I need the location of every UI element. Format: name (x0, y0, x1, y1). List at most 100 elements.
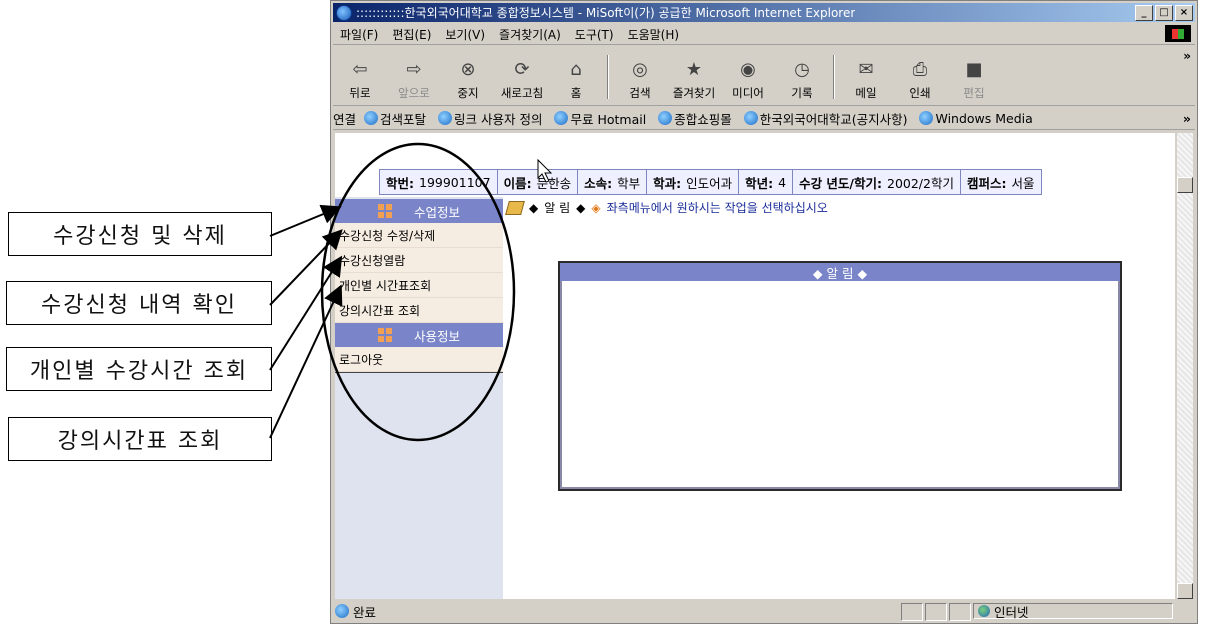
pencil-icon (505, 200, 525, 215)
status-pane (925, 603, 947, 621)
arrow-register-delete (269, 204, 342, 237)
ie-page-icon (438, 111, 453, 125)
side-menu: 수업정보 수강신청 수정/삭제 수강신청열람 개인별 시간표조회 강의시간표 조… (335, 199, 503, 373)
diamond-icon: ◆ (576, 200, 586, 215)
links-overflow-icon[interactable]: » (1183, 111, 1191, 126)
close-button[interactable]: × (1175, 5, 1193, 21)
status-done: 완료 (333, 602, 376, 621)
menu-item-personal-timetable[interactable]: 개인별 시간표조회 (335, 273, 503, 298)
search-button[interactable]: ◎ 검색 (613, 56, 667, 105)
menu-help[interactable]: 도움말(H) (621, 26, 687, 43)
info-grade: 학년: 4 (739, 170, 794, 194)
ie-page-icon (335, 604, 349, 618)
forward-arrow-icon: ⇨ (406, 58, 422, 80)
status-bar: 완료 인터넷 (333, 601, 1195, 621)
menu-bar: 파일(F) 편집(E) 보기(V) 즐겨찾기(A) 도구(T) 도움말(H) (333, 24, 1195, 45)
left-menu-column: 수업정보 수강신청 수정/삭제 수강신청열람 개인별 시간표조회 강의시간표 조… (335, 197, 503, 599)
stop-button[interactable]: ⊗ 중지 (441, 56, 495, 105)
grid-icon (377, 204, 392, 218)
menu-view[interactable]: 보기(V) (438, 26, 492, 43)
window-title: ::::::::::::한국외국어대학교 종합정보시스템 - MiSoft이(가… (356, 6, 856, 20)
ie-page-icon (364, 111, 379, 125)
standard-toolbar: ⇦ 뒤로 ⇨ 앞으로 ⊗ 중지 ⟳ 새로고침 ⌂ 홈 ◎ 검색 ★ 즐겨찾기 ◉ 미디어 ◷ 기록… (333, 47, 1195, 106)
history-icon: ◷ (794, 58, 810, 80)
info-name: 이름: 문한송 (498, 170, 579, 194)
info-affiliation: 소속: 학부 (578, 170, 648, 194)
menu-favorites[interactable]: 즐겨찾기(A) (492, 26, 568, 43)
favorites-icon: ★ (685, 58, 703, 80)
title-bar: ::::::::::::한국외국어대학교 종합정보시스템 - MiSoft이(가… (333, 3, 1195, 22)
menu-header-class-info: 수업정보 (335, 199, 503, 223)
media-button[interactable]: ◉ 미디어 (721, 56, 775, 105)
vertical-scrollbar[interactable] (1177, 133, 1193, 599)
home-button[interactable]: ⌂ 홈 (549, 56, 603, 105)
mail-icon: ✉ (858, 58, 874, 80)
orange-diamond-icon: ◈ (591, 200, 601, 215)
print-button[interactable]: ⎙ 인쇄 (893, 56, 947, 105)
scroll-up-button[interactable] (1177, 177, 1193, 193)
history-button[interactable]: ◷ 기록 (775, 56, 829, 105)
maximize-button[interactable]: □ (1155, 5, 1173, 21)
menu-tools[interactable]: 도구(T) (568, 26, 621, 43)
media-icon: ◉ (740, 58, 756, 80)
menu-item-lecture-timetable[interactable]: 강의시간표 조회 (335, 298, 503, 323)
callout-personal-timetable: 개인별 수강시간 조회 (6, 347, 272, 391)
grid-icon (377, 328, 392, 342)
menu-item-logout[interactable]: 로그아웃 (335, 347, 503, 372)
home-icon: ⌂ (570, 58, 582, 80)
info-campus: 캠퍼스: 서울 (966, 175, 1035, 191)
toolbar-overflow-icon[interactable]: » (1183, 49, 1191, 63)
link-search-portal[interactable]: 검색포탈 (364, 109, 426, 128)
edit-icon: ■ (965, 58, 983, 80)
back-button[interactable]: ⇦ 뒤로 (333, 56, 387, 105)
notice-line: ◆ 알 림 ◆ ◈ 좌측메뉴에서 원하시는 작업을 선택하십시오 (505, 199, 828, 216)
windows-logo-icon (1165, 25, 1191, 42)
ie-logo-icon (336, 4, 352, 21)
link-hufs-notice[interactable]: 한국외국어대학교(공지사항) (743, 109, 907, 128)
info-semester: 수강 년도/학기: 2002/2학기 (793, 170, 961, 194)
back-arrow-icon: ⇦ (352, 58, 368, 80)
link-hotmail[interactable]: 무료 Hotmail (554, 109, 646, 128)
forward-button[interactable]: ⇨ 앞으로 (387, 56, 441, 105)
scroll-down-button[interactable] (1177, 583, 1193, 599)
mail-button[interactable]: ✉ 메일 (839, 56, 893, 105)
link-windows-media[interactable]: Windows Media (919, 111, 1033, 126)
menu-divider (335, 372, 503, 373)
notice-message: 좌측메뉴에서 원하시는 작업을 선택하십시오 (606, 201, 828, 215)
alert-header: ◆ 알 림 ◆ (560, 263, 1120, 281)
student-info-bar: 학번: 199901107 이름: 문한송 소속: 학부 학과: 인도어과 학년: 4 수… (379, 169, 1042, 195)
callout-register-delete: 수강신청 및 삭제 (8, 212, 272, 256)
status-pane (901, 603, 923, 621)
refresh-icon: ⟳ (514, 58, 530, 80)
ie-page-icon (554, 111, 569, 125)
security-zone: 인터넷 (973, 603, 1173, 620)
search-icon: ◎ (632, 58, 648, 80)
menu-file[interactable]: 파일(F) (333, 26, 385, 43)
refresh-button[interactable]: ⟳ 새로고침 (495, 56, 549, 105)
menu-edit[interactable]: 편집(E) (385, 26, 438, 43)
print-icon: ⎙ (912, 58, 928, 80)
diamond-icon: ◆ (529, 200, 539, 215)
page-content: 학번: 199901107 이름: 문한송 소속: 학부 학과: 인도어과 학년: 4 수… (335, 133, 1175, 599)
links-label: 연결 (333, 111, 357, 127)
minimize-button[interactable]: _ (1135, 5, 1153, 21)
menu-item-register-view[interactable]: 수강신청열람 (335, 248, 503, 273)
link-shopping[interactable]: 종합쇼핑몰 (658, 109, 732, 128)
ie-page-icon (658, 111, 673, 125)
menu-header-user-info: 사용정보 (335, 323, 503, 347)
favorites-button[interactable]: ★ 즐겨찾기 (667, 56, 721, 105)
browser-window: ::::::::::::한국외국어대학교 종합정보시스템 - MiSoft이(가… (330, 0, 1198, 624)
globe-icon (978, 605, 990, 617)
callout-registration-check: 수강신청 내역 확인 (6, 281, 272, 325)
link-customize[interactable]: 링크 사용자 정의 (438, 109, 542, 128)
notice-label: 알 림 (544, 201, 571, 215)
ie-page-icon (743, 111, 758, 125)
toolbar-separator (833, 55, 835, 99)
edit-button[interactable]: ■ 편집 (947, 56, 1001, 105)
status-pane (949, 603, 971, 621)
stop-icon: ⊗ (460, 58, 476, 80)
alert-box: ◆ 알 림 ◆ (558, 261, 1122, 491)
toolbar-separator (607, 55, 609, 99)
callout-lecture-timetable: 강의시간표 조회 (8, 417, 272, 461)
menu-item-register-edit[interactable]: 수강신청 수정/삭제 (335, 223, 503, 248)
